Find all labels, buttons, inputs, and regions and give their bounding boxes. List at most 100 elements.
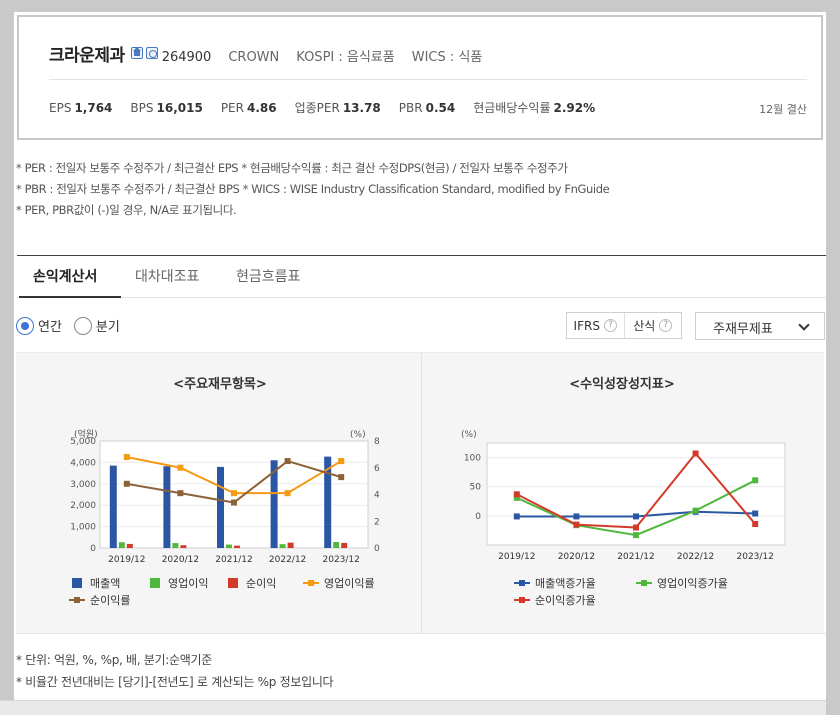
- bar-영업이익: [172, 543, 179, 548]
- x-tick-label: 2019/12: [498, 552, 535, 562]
- legend-label: 영업이익: [168, 577, 208, 590]
- stat-dividend-yield: 현금배당수익률 2.92%: [473, 101, 596, 115]
- point-순이익증가율: [752, 521, 759, 528]
- point-순이익률: [338, 474, 345, 481]
- y2-tick-label: 4: [374, 491, 380, 501]
- footnote-line: * 단위: 억원, %, %p, 배, 분기:순액기준: [16, 653, 212, 667]
- x-tick-label: 2020/12: [162, 555, 199, 565]
- note-line: * PER, PBR값이 (-)일 경우, N/A로 표기됩니다.: [16, 203, 237, 217]
- ifrs-label: IFRS: [573, 318, 600, 333]
- point-매출액증가율: [573, 513, 580, 520]
- annual-radio[interactable]: [16, 316, 34, 335]
- bar-순이익: [341, 542, 348, 548]
- point-순이익률: [231, 499, 237, 506]
- legend-swatch: [74, 597, 80, 603]
- y-tick-label: 1,000: [70, 523, 96, 533]
- y-tick-label: 100: [464, 454, 481, 464]
- bar-순이익: [180, 545, 187, 548]
- quarter-radio[interactable]: [73, 316, 92, 335]
- y-tick-label: 50: [470, 483, 482, 493]
- statement-tabs: 손익계산서 대차대조표 현금흐름표: [17, 256, 826, 298]
- company-summary-box: 크라운제과 264900 CROWN KOSPI : 음식료품 WICS : 식…: [17, 15, 823, 140]
- charts-bottom-rule: [16, 633, 826, 634]
- bottom-strip: [0, 700, 826, 715]
- market-sector: KOSPI : 음식료품: [296, 50, 395, 65]
- point-순이익증가율: [692, 450, 699, 457]
- y-tick-label: 2,000: [70, 501, 96, 511]
- legend-swatch: [150, 578, 160, 588]
- bar-매출액: [163, 466, 171, 548]
- x-tick-label: 2019/12: [108, 555, 145, 565]
- point-순이익률: [284, 458, 291, 465]
- point-순이익률: [123, 480, 130, 487]
- x-tick-label: 2022/12: [269, 555, 306, 565]
- financial-items-chart: 5,0004,0003,0002,0001,000086420(억원) (%)20…: [69, 428, 380, 607]
- footnotes: * 단위: 억원, %, %p, 배, 분기:순액기준 * 비율간 전년대비는 …: [16, 649, 334, 693]
- report-icon[interactable]: [145, 47, 158, 59]
- point-순이익률: [177, 490, 184, 497]
- bar-순이익: [287, 542, 294, 548]
- point-순이익증가율: [633, 524, 639, 531]
- statement-type-value: 주재무제표: [713, 322, 773, 337]
- stat-eps: EPS 1,764: [49, 101, 113, 115]
- stat-pbr: PBR 0.54: [398, 101, 456, 115]
- help-icon[interactable]: ?: [603, 319, 617, 332]
- point-영업이익률: [231, 490, 237, 497]
- legend-label: 순이익: [246, 577, 276, 590]
- bar-매출액: [217, 466, 224, 548]
- annual-radio-label[interactable]: 연간: [38, 316, 62, 335]
- x-tick-label: 2022/12: [677, 552, 714, 562]
- ifrs-button[interactable]: IFRS?: [567, 313, 624, 338]
- point-매출액증가율: [633, 513, 639, 520]
- quarter-radio-label[interactable]: 분기: [96, 316, 120, 335]
- point-영업이익률: [338, 458, 345, 465]
- legend-swatch: [72, 578, 82, 588]
- option-buttons: IFRS? 산식?: [566, 312, 682, 339]
- legend-label: 순이익률: [90, 594, 130, 607]
- legend-swatch: [519, 597, 525, 603]
- y2-tick-label: 8: [374, 437, 380, 447]
- x-tick-label: 2020/12: [558, 552, 595, 562]
- point-영업이익증가율: [752, 477, 759, 484]
- formula-button[interactable]: 산식?: [623, 313, 682, 338]
- stock-code: 264900: [161, 50, 212, 65]
- point-영업이익률: [123, 454, 130, 461]
- y-tick-label: 3,000: [70, 480, 96, 490]
- growth-indicators-chart: 100 50 0 (%) 2019/12 2020/12 2021/12 2022/12 202…: [461, 430, 786, 607]
- y-tick-label: 0: [475, 512, 481, 522]
- y2-tick-label: 0: [374, 544, 380, 554]
- legend-label: 매출액증가율: [535, 577, 596, 590]
- note-line: * PER : 전일자 보통주 수정주가 / 최근결산 EPS * 현금배당수익…: [16, 161, 568, 175]
- stat-bps: BPS 16,015: [130, 101, 203, 115]
- bar-매출액: [109, 465, 117, 548]
- x-tick-label: 2023/12: [323, 555, 360, 565]
- footnote-line: * 비율간 전년대비는 [당기]-[전년도] 로 계산되는 %p 정보입니다: [16, 675, 334, 689]
- statement-type-select[interactable]: 주재무제표: [695, 312, 825, 340]
- legend-swatch: [641, 580, 647, 586]
- stat-per: PER 4.86: [220, 101, 277, 115]
- legend-swatch: [308, 580, 314, 586]
- bar-영업이익: [118, 542, 125, 548]
- valuation-stats: EPS 1,764 BPS 16,015 PER 4.86 업종PER 13.78 PB…: [49, 99, 613, 116]
- bar-순이익: [126, 543, 133, 548]
- x-tick-label: 2021/12: [215, 555, 252, 565]
- page: 크라운제과 264900 CROWN KOSPI : 음식료품 WICS : 식…: [14, 12, 826, 715]
- tab-balance-sheet[interactable]: 대차대조표: [135, 266, 199, 286]
- x-tick-label: 2023/12: [737, 552, 774, 562]
- y2-tick-label: 6: [374, 464, 380, 474]
- y-tick-label: 4,000: [70, 458, 96, 468]
- point-순이익증가율: [573, 521, 580, 528]
- note-line: * PBR : 전일자 보통주 수정주가 / 최근결산 BPS * WICS :…: [16, 182, 610, 196]
- help-icon[interactable]: ?: [659, 319, 673, 332]
- company-name: 크라운제과: [49, 46, 125, 66]
- point-매출액증가율: [513, 513, 520, 520]
- tab-cash-flow[interactable]: 현금흐름표: [236, 266, 300, 286]
- y-tick-label: 0: [90, 544, 96, 554]
- legend-swatch: [228, 578, 238, 588]
- wics-sector: WICS : 식품: [411, 50, 483, 65]
- chevron-down-icon: [798, 319, 810, 331]
- point-영업이익증가율: [692, 507, 699, 514]
- y2-axis-label: (%): [350, 430, 366, 440]
- tab-income-statement[interactable]: 손익계산서: [33, 266, 97, 286]
- home-icon[interactable]: [130, 47, 143, 59]
